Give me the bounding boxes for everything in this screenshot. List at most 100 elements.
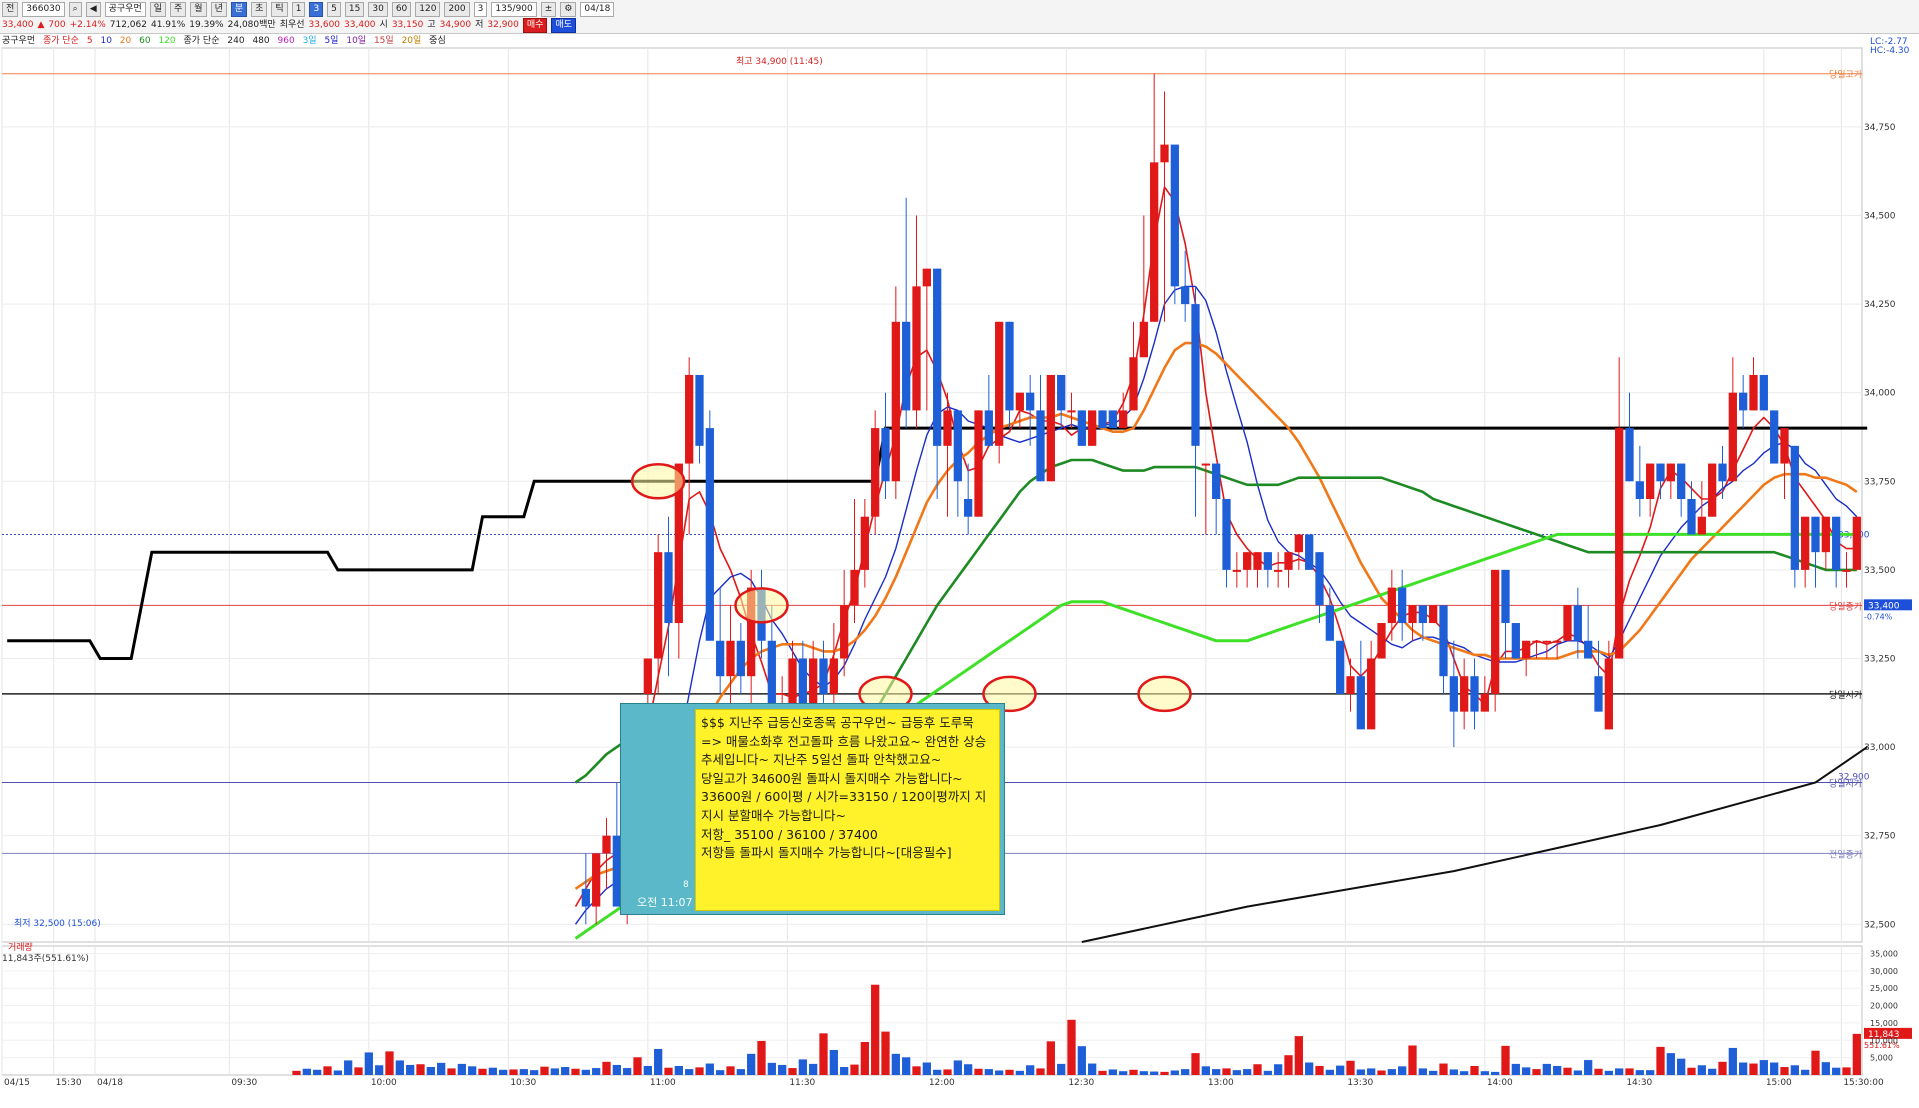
volume-bar [323, 1066, 332, 1075]
volume-bar [1553, 1065, 1562, 1075]
volume-bar [1749, 1063, 1758, 1075]
candle-body [1243, 552, 1252, 570]
candle-body [1088, 410, 1097, 446]
volume-bar [354, 1067, 363, 1075]
candle-body [1646, 463, 1655, 499]
volume-bar [499, 1069, 508, 1075]
volume-bar [406, 1064, 415, 1075]
candle-body [995, 321, 1004, 446]
candle-body [1263, 552, 1272, 570]
volume-bar [1677, 1058, 1686, 1075]
volume-bar [1294, 1036, 1303, 1075]
annotation-circle [734, 587, 789, 624]
volume-bar [1697, 1065, 1706, 1075]
volume-bar [871, 984, 880, 1075]
volume-bar [561, 1067, 570, 1075]
candle-body [1739, 392, 1748, 411]
candle-body [1501, 569, 1510, 624]
candle-body [1625, 428, 1634, 482]
volume-bar [1573, 1070, 1582, 1075]
candle-body [1615, 428, 1624, 659]
low-marker-label: 최저 32,500 (15:06) [14, 918, 101, 929]
volume-bar [984, 1069, 993, 1075]
y-tick-label: 34,000 [1864, 389, 1896, 399]
candle-body [860, 516, 869, 570]
volume-bar [1336, 1065, 1345, 1075]
volume-bar [1150, 1071, 1159, 1075]
candle-body [1129, 357, 1138, 411]
candle-body [1315, 552, 1324, 606]
candle-body [1077, 410, 1086, 446]
volume-bar [716, 1070, 725, 1075]
candle-body [1274, 569, 1283, 572]
volume-bar [1615, 1068, 1624, 1075]
candle-body [1832, 516, 1841, 570]
volume-bar [437, 1062, 446, 1075]
volume-bar [643, 1065, 652, 1075]
volume-bar [375, 1065, 384, 1075]
volume-bar [664, 1067, 673, 1075]
candle-body [654, 552, 663, 659]
candle-body [643, 658, 652, 694]
volume-bar [1253, 1064, 1262, 1075]
candle-body [902, 321, 911, 411]
volume-bar [344, 1060, 353, 1075]
volume-bar [1088, 1063, 1097, 1075]
volume-bar [1367, 1068, 1376, 1075]
candle-body [1635, 481, 1644, 499]
volume-bar [1387, 1069, 1396, 1075]
price-chart[interactable]: 당일고가당일종가당일시가당일저가전일종가33,60033,400-0.74%32… [0, 0, 1919, 1108]
volume-bar [1656, 1046, 1665, 1075]
candle-body [1367, 658, 1376, 730]
candle-body [1181, 286, 1190, 305]
volume-bar [447, 1068, 456, 1075]
volume-bar [1119, 1071, 1128, 1075]
volume-tick-label: 15,000 [1870, 1019, 1898, 1028]
volume-bar [726, 1066, 735, 1075]
candle-body [912, 286, 921, 411]
candle-body [1398, 587, 1407, 624]
candle-body [1790, 445, 1799, 570]
candle-body [1759, 374, 1768, 411]
candle-body [829, 658, 838, 694]
volume-bar [1160, 1071, 1169, 1075]
volume-bar [1346, 1060, 1355, 1075]
candle-body [685, 374, 694, 464]
candle-body [1842, 569, 1851, 572]
volume-panel-frame [1, 945, 1863, 1076]
candle-body [1170, 144, 1179, 287]
volume-bar [1263, 1070, 1272, 1075]
volume-bar [509, 1069, 518, 1075]
volume-bar [1480, 1071, 1489, 1075]
candle-body [1439, 605, 1448, 677]
volume-bar [530, 1070, 539, 1075]
candle-body [1201, 463, 1210, 466]
candle-body [592, 853, 601, 907]
volume-bar [1398, 1066, 1407, 1075]
candle-body [1098, 410, 1107, 429]
volume-bar [654, 1048, 663, 1075]
candle-body [1046, 374, 1055, 482]
volume-bar [767, 1062, 776, 1075]
candle-body [1594, 676, 1603, 712]
y-tick-label: 32,500 [1864, 920, 1896, 930]
volume-bar [1852, 1033, 1861, 1075]
volume-bar [1687, 1067, 1696, 1075]
volume-bar [809, 1063, 818, 1075]
y-tick-label: 34,250 [1864, 300, 1896, 310]
candle-body [1418, 605, 1427, 624]
candle-body [664, 552, 673, 624]
volume-bar [1790, 1065, 1799, 1075]
candle-body [974, 410, 983, 517]
volume-bar [1036, 1068, 1045, 1075]
candle-body [1150, 162, 1159, 322]
volume-bar [788, 1068, 797, 1075]
volume-bar [602, 1061, 611, 1075]
x-tick-label: 11:30 [789, 1078, 815, 1088]
memo-bubble: $$$ 지난주 급등신호종목 공구우먼~ 급등후 도루묵 => 매물소화후 전고… [695, 709, 1000, 911]
volume-bar [1139, 1071, 1148, 1075]
candle-body [1749, 374, 1758, 411]
candle-body [1336, 640, 1345, 694]
volume-bar [1170, 1070, 1179, 1075]
volume-bar [1842, 1067, 1851, 1075]
